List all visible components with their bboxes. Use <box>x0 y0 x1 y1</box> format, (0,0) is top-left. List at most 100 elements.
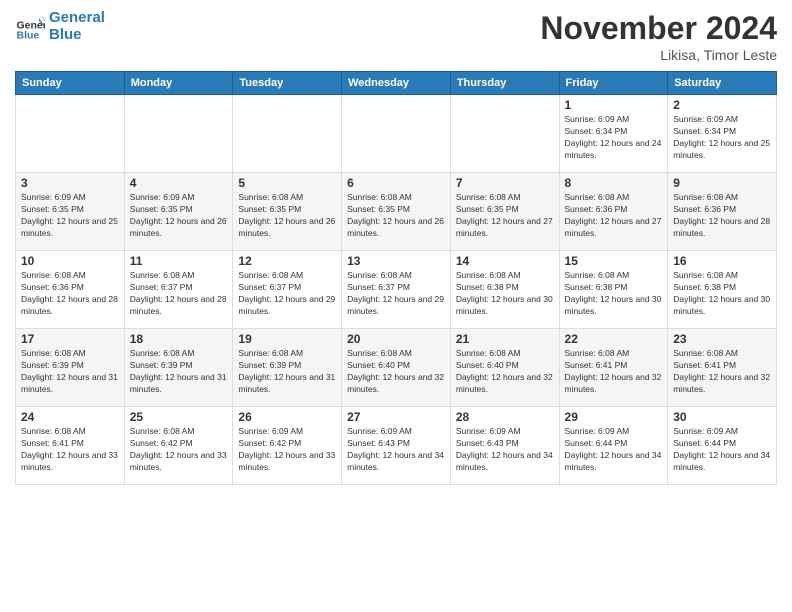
day-info: Sunrise: 6:08 AMSunset: 6:38 PMDaylight:… <box>673 270 771 318</box>
day-info: Sunrise: 6:08 AMSunset: 6:37 PMDaylight:… <box>347 270 445 318</box>
svg-text:Blue: Blue <box>17 29 40 41</box>
calendar-cell: 19 Sunrise: 6:08 AMSunset: 6:39 PMDayligh… <box>233 329 342 407</box>
calendar-cell: 27 Sunrise: 6:09 AMSunset: 6:43 PMDayligh… <box>342 407 451 485</box>
col-tuesday: Tuesday <box>233 72 342 95</box>
month-title: November 2024 <box>540 10 777 47</box>
day-number: 26 <box>238 410 336 424</box>
day-number: 28 <box>456 410 554 424</box>
calendar-cell <box>16 95 125 173</box>
day-number: 10 <box>21 254 119 268</box>
day-info: Sunrise: 6:08 AMSunset: 6:37 PMDaylight:… <box>238 270 336 318</box>
logo-icon: General Blue <box>15 12 45 42</box>
col-friday: Friday <box>559 72 668 95</box>
logo-blue: Blue <box>49 27 105 44</box>
calendar-cell: 10 Sunrise: 6:08 AMSunset: 6:36 PMDayligh… <box>16 251 125 329</box>
day-info: Sunrise: 6:09 AMSunset: 6:34 PMDaylight:… <box>673 114 771 162</box>
day-number: 27 <box>347 410 445 424</box>
calendar-cell <box>124 95 233 173</box>
calendar-cell: 14 Sunrise: 6:08 AMSunset: 6:38 PMDayligh… <box>450 251 559 329</box>
day-info: Sunrise: 6:08 AMSunset: 6:38 PMDaylight:… <box>565 270 663 318</box>
calendar-cell: 24 Sunrise: 6:08 AMSunset: 6:41 PMDayligh… <box>16 407 125 485</box>
calendar-cell: 17 Sunrise: 6:08 AMSunset: 6:39 PMDayligh… <box>16 329 125 407</box>
calendar-cell: 12Sunrise: 6:08 AMSunset: 6:37 PMDayligh… <box>233 251 342 329</box>
day-number: 8 <box>565 176 663 190</box>
day-info: Sunrise: 6:08 AMSunset: 6:39 PMDaylight:… <box>130 348 228 396</box>
col-saturday: Saturday <box>668 72 777 95</box>
calendar-week-1: 1 Sunrise: 6:09 AMSunset: 6:34 PMDaylight… <box>16 95 777 173</box>
calendar-cell: 20 Sunrise: 6:08 AMSunset: 6:40 PMDayligh… <box>342 329 451 407</box>
calendar-cell: 11 Sunrise: 6:08 AMSunset: 6:37 PMDayligh… <box>124 251 233 329</box>
day-info: Sunrise: 6:09 AMSunset: 6:44 PMDaylight:… <box>565 426 663 474</box>
calendar-cell: 9 Sunrise: 6:08 AMSunset: 6:36 PMDaylight… <box>668 173 777 251</box>
calendar-cell: 2 Sunrise: 6:09 AMSunset: 6:34 PMDaylight… <box>668 95 777 173</box>
logo-general: General <box>49 9 105 26</box>
calendar-cell: 5Sunrise: 6:08 AMSunset: 6:35 PMDaylight… <box>233 173 342 251</box>
col-wednesday: Wednesday <box>342 72 451 95</box>
day-number: 11 <box>130 254 228 268</box>
day-info: Sunrise: 6:08 AMSunset: 6:40 PMDaylight:… <box>456 348 554 396</box>
day-number: 29 <box>565 410 663 424</box>
calendar-cell: 21Sunrise: 6:08 AMSunset: 6:40 PMDayligh… <box>450 329 559 407</box>
calendar-cell: 6 Sunrise: 6:08 AMSunset: 6:35 PMDaylight… <box>342 173 451 251</box>
day-number: 20 <box>347 332 445 346</box>
day-number: 1 <box>565 98 663 112</box>
calendar-cell: 29 Sunrise: 6:09 AMSunset: 6:44 PMDayligh… <box>559 407 668 485</box>
day-number: 2 <box>673 98 771 112</box>
calendar: Sunday Monday Tuesday Wednesday Thursday… <box>15 71 777 485</box>
day-info: Sunrise: 6:09 AMSunset: 6:44 PMDaylight:… <box>673 426 771 474</box>
day-info: Sunrise: 6:09 AMSunset: 6:42 PMDaylight:… <box>238 426 336 474</box>
day-info: Sunrise: 6:08 AMSunset: 6:41 PMDaylight:… <box>673 348 771 396</box>
day-info: Sunrise: 6:09 AMSunset: 6:35 PMDaylight:… <box>130 192 228 240</box>
page: General Blue General Blue November 2024 … <box>0 0 792 612</box>
day-info: Sunrise: 6:08 AMSunset: 6:37 PMDaylight:… <box>130 270 228 318</box>
day-info: Sunrise: 6:08 AMSunset: 6:41 PMDaylight:… <box>565 348 663 396</box>
day-info: Sunrise: 6:08 AMSunset: 6:35 PMDaylight:… <box>238 192 336 240</box>
day-number: 6 <box>347 176 445 190</box>
calendar-week-4: 17 Sunrise: 6:08 AMSunset: 6:39 PMDayligh… <box>16 329 777 407</box>
day-number: 22 <box>565 332 663 346</box>
day-info: Sunrise: 6:08 AMSunset: 6:35 PMDaylight:… <box>347 192 445 240</box>
calendar-cell: 4 Sunrise: 6:09 AMSunset: 6:35 PMDaylight… <box>124 173 233 251</box>
calendar-cell <box>342 95 451 173</box>
calendar-cell: 22 Sunrise: 6:08 AMSunset: 6:41 PMDayligh… <box>559 329 668 407</box>
calendar-cell: 7Sunrise: 6:08 AMSunset: 6:35 PMDaylight… <box>450 173 559 251</box>
day-number: 14 <box>456 254 554 268</box>
title-area: November 2024 Likisa, Timor Leste <box>540 10 777 63</box>
calendar-cell: 23 Sunrise: 6:08 AMSunset: 6:41 PMDayligh… <box>668 329 777 407</box>
calendar-cell: 1 Sunrise: 6:09 AMSunset: 6:34 PMDaylight… <box>559 95 668 173</box>
day-info: Sunrise: 6:09 AMSunset: 6:43 PMDaylight:… <box>456 426 554 474</box>
day-info: Sunrise: 6:08 AMSunset: 6:36 PMDaylight:… <box>565 192 663 240</box>
calendar-week-5: 24 Sunrise: 6:08 AMSunset: 6:41 PMDayligh… <box>16 407 777 485</box>
calendar-cell: 26 Sunrise: 6:09 AMSunset: 6:42 PMDayligh… <box>233 407 342 485</box>
day-info: Sunrise: 6:08 AMSunset: 6:41 PMDaylight:… <box>21 426 119 474</box>
day-info: Sunrise: 6:08 AMSunset: 6:40 PMDaylight:… <box>347 348 445 396</box>
day-number: 24 <box>21 410 119 424</box>
day-number: 9 <box>673 176 771 190</box>
calendar-week-3: 10 Sunrise: 6:08 AMSunset: 6:36 PMDayligh… <box>16 251 777 329</box>
day-info: Sunrise: 6:08 AMSunset: 6:36 PMDaylight:… <box>21 270 119 318</box>
day-number: 13 <box>347 254 445 268</box>
day-info: Sunrise: 6:09 AMSunset: 6:43 PMDaylight:… <box>347 426 445 474</box>
day-info: Sunrise: 6:09 AMSunset: 6:35 PMDaylight:… <box>21 192 119 240</box>
day-info: Sunrise: 6:08 AMSunset: 6:35 PMDaylight:… <box>456 192 554 240</box>
calendar-cell: 16Sunrise: 6:08 AMSunset: 6:38 PMDayligh… <box>668 251 777 329</box>
day-number: 25 <box>130 410 228 424</box>
day-info: Sunrise: 6:08 AMSunset: 6:39 PMDaylight:… <box>21 348 119 396</box>
calendar-cell: 25Sunrise: 6:08 AMSunset: 6:42 PMDayligh… <box>124 407 233 485</box>
day-info: Sunrise: 6:09 AMSunset: 6:34 PMDaylight:… <box>565 114 663 162</box>
day-number: 19 <box>238 332 336 346</box>
day-info: Sunrise: 6:08 AMSunset: 6:36 PMDaylight:… <box>673 192 771 240</box>
day-info: Sunrise: 6:08 AMSunset: 6:38 PMDaylight:… <box>456 270 554 318</box>
col-thursday: Thursday <box>450 72 559 95</box>
calendar-cell <box>450 95 559 173</box>
col-monday: Monday <box>124 72 233 95</box>
calendar-cell: 15 Sunrise: 6:08 AMSunset: 6:38 PMDayligh… <box>559 251 668 329</box>
day-number: 4 <box>130 176 228 190</box>
day-info: Sunrise: 6:08 AMSunset: 6:39 PMDaylight:… <box>238 348 336 396</box>
day-number: 15 <box>565 254 663 268</box>
day-number: 17 <box>21 332 119 346</box>
calendar-header-row: Sunday Monday Tuesday Wednesday Thursday… <box>16 72 777 95</box>
day-number: 23 <box>673 332 771 346</box>
calendar-cell: 3Sunrise: 6:09 AMSunset: 6:35 PMDaylight… <box>16 173 125 251</box>
calendar-cell: 13 Sunrise: 6:08 AMSunset: 6:37 PMDayligh… <box>342 251 451 329</box>
